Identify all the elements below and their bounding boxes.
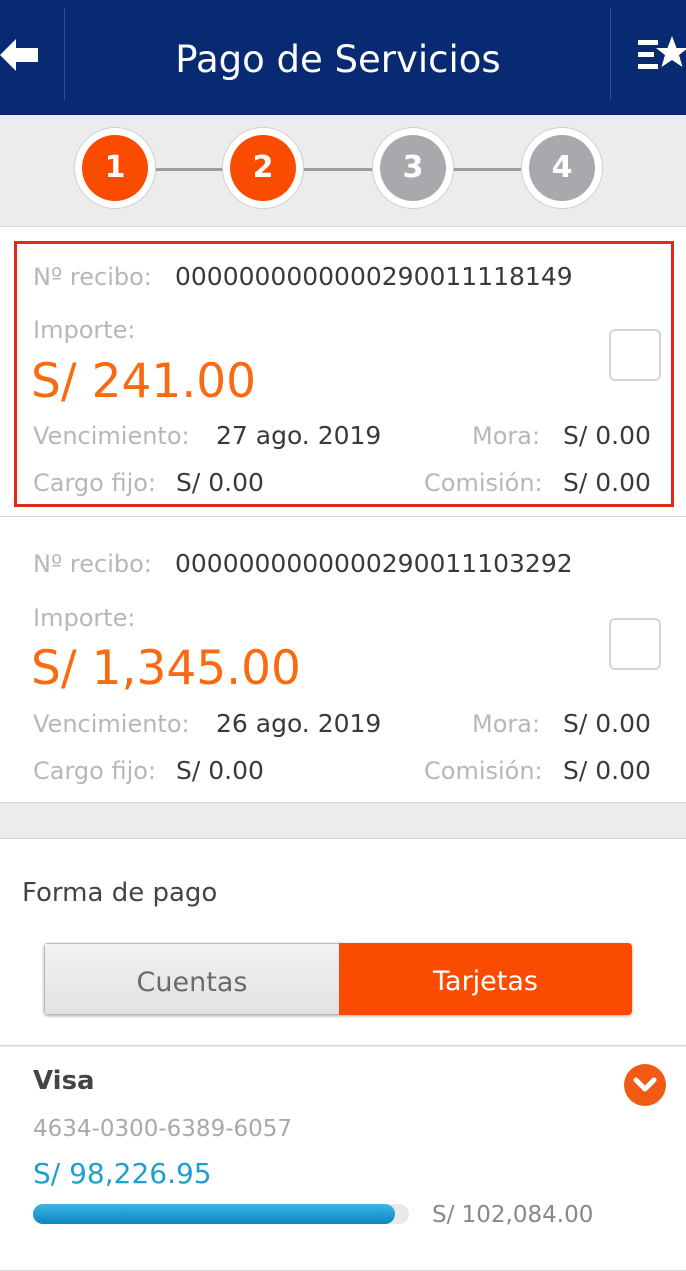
- back-button[interactable]: [0, 30, 44, 80]
- fixed-fee: S/ 0.00: [176, 756, 264, 785]
- step-4: 4: [521, 127, 603, 209]
- step-3: 3: [372, 127, 454, 209]
- commission-label: Comisión:: [424, 469, 543, 497]
- receipt-card[interactable]: Nº recibo: 0000000000000290011103292 Imp…: [0, 517, 686, 803]
- card-available-balance: S/ 98,226.95: [33, 1157, 212, 1190]
- favorites-menu-button[interactable]: [628, 34, 686, 78]
- step-connector: [448, 168, 528, 171]
- step-4-label: 4: [529, 135, 595, 201]
- credit-usage-fill: [33, 1204, 395, 1224]
- page-title: Pago de Servicios: [175, 38, 501, 81]
- tab-tarjetas[interactable]: Tarjetas: [339, 943, 632, 1015]
- receipt-number: 0000000000000290011103292: [175, 549, 573, 578]
- credit-usage-bar: [33, 1204, 409, 1224]
- payment-method-section: Forma de pago Cuentas Tarjetas: [0, 838, 686, 1046]
- payment-method-segmented-control: Cuentas Tarjetas: [44, 943, 632, 1015]
- receipt-checkbox[interactable]: [609, 329, 661, 381]
- late-fee: S/ 0.00: [563, 421, 651, 450]
- receipt-number: 0000000000000290011118149: [175, 262, 573, 291]
- due-date: 27 ago. 2019: [216, 421, 382, 450]
- chevron-down-circle-icon: [633, 1077, 657, 1092]
- amount-value: S/ 1,345.00: [31, 641, 301, 696]
- receipt-number-label: Nº recibo:: [33, 263, 152, 291]
- app-header: Pago de Servicios: [0, 0, 686, 115]
- step-connector: [150, 168, 230, 171]
- receipt-number-label: Nº recibo:: [33, 550, 152, 578]
- payment-method-title: Forma de pago: [22, 878, 218, 908]
- card-number: 4634-0300-6389-6057: [33, 1116, 293, 1142]
- receipt-card[interactable]: Nº recibo: 0000000000000290011118149 Imp…: [0, 227, 686, 517]
- amount-label: Importe:: [33, 316, 136, 344]
- fixed-fee-label: Cargo fijo:: [33, 469, 157, 497]
- list-star-icon: [638, 36, 686, 69]
- step-1: 1: [74, 127, 156, 209]
- card-credit-limit: S/ 102,084.00: [432, 1202, 594, 1228]
- arrow-left-icon: [0, 39, 38, 71]
- amount-label: Importe:: [33, 604, 136, 632]
- step-2: 2: [222, 127, 304, 209]
- due-date: 26 ago. 2019: [216, 709, 382, 738]
- card-name: Visa: [33, 1066, 95, 1096]
- late-fee-label: Mora:: [472, 710, 541, 738]
- header-divider-right: [610, 8, 611, 100]
- tab-cuentas[interactable]: Cuentas: [44, 943, 339, 1015]
- fixed-fee-label: Cargo fijo:: [33, 757, 157, 785]
- step-2-label: 2: [230, 135, 296, 201]
- card-account-item[interactable]: Visa 4634-0300-6389-6057 S/ 98,226.95 S/…: [0, 1047, 686, 1271]
- progress-stepper: 1 2 3 4: [0, 115, 686, 227]
- header-divider-left: [64, 8, 65, 100]
- late-fee-label: Mora:: [472, 422, 541, 450]
- late-fee: S/ 0.00: [563, 709, 651, 738]
- amount-value: S/ 241.00: [31, 354, 257, 409]
- commission: S/ 0.00: [563, 756, 651, 785]
- commission: S/ 0.00: [563, 468, 651, 497]
- fixed-fee: S/ 0.00: [176, 468, 264, 497]
- step-1-label: 1: [82, 135, 148, 201]
- receipt-checkbox[interactable]: [609, 618, 661, 670]
- due-date-label: Vencimiento:: [33, 422, 190, 450]
- step-connector: [298, 168, 378, 171]
- step-3-label: 3: [380, 135, 446, 201]
- commission-label: Comisión:: [424, 757, 543, 785]
- due-date-label: Vencimiento:: [33, 710, 190, 738]
- expand-card-button[interactable]: [624, 1064, 666, 1106]
